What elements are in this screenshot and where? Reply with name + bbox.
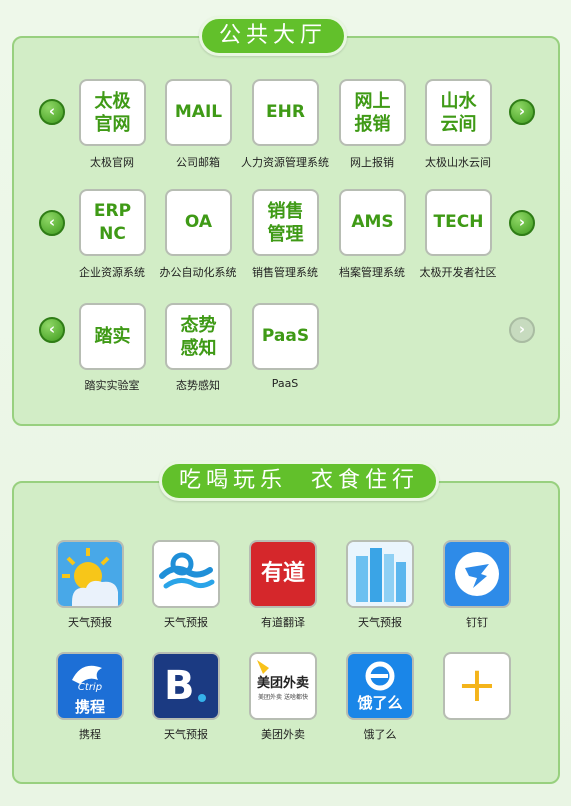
tile-tech[interactable]: TECH bbox=[425, 189, 492, 256]
tile-shanshui-yunjian[interactable]: 山水 云间 bbox=[425, 79, 492, 146]
ctrip-icon-text: 携程 bbox=[74, 698, 105, 716]
label-situation-awareness: 态势感知 bbox=[176, 379, 220, 392]
row1-next-arrow-icon[interactable]: › bbox=[509, 99, 535, 125]
booking-icon-text: B bbox=[164, 663, 195, 709]
label-dev-community: 太极开发者社区 bbox=[419, 266, 497, 279]
buildings-icon[interactable] bbox=[346, 540, 414, 608]
weather-sun-icon[interactable] bbox=[56, 540, 124, 608]
label-youdao: 有道翻译 bbox=[261, 616, 305, 629]
label-dingtalk: 钉钉 bbox=[466, 616, 488, 629]
label-weather-1: 天气预报 bbox=[68, 616, 112, 629]
booking-icon[interactable]: B bbox=[152, 652, 220, 720]
label-shanshui-yunjian: 太极山水云间 bbox=[425, 156, 491, 169]
row3-prev-arrow-icon[interactable]: ‹ bbox=[39, 317, 65, 343]
public-hall-title: 公共大厅 bbox=[199, 16, 347, 56]
tile-paas[interactable]: PaaS bbox=[252, 303, 319, 370]
label-company-mail: 公司邮箱 bbox=[176, 156, 220, 169]
eleme-icon-text: 饿了么 bbox=[357, 694, 403, 712]
row2-prev-arrow-icon[interactable]: ‹ bbox=[39, 210, 65, 236]
label-ctrip: 携程 bbox=[79, 728, 101, 741]
tile-ehr[interactable]: EHR bbox=[252, 79, 319, 146]
tile-online-reimburse[interactable]: 网上 报销 bbox=[339, 79, 406, 146]
meituan-icon[interactable]: 美团外卖 美团外卖 送啥都快 bbox=[249, 652, 317, 720]
label-oa-system: 办公自动化系统 bbox=[159, 266, 237, 279]
plus-icon[interactable]: + bbox=[443, 652, 511, 720]
label-sales-system: 销售管理系统 bbox=[252, 266, 318, 279]
label-hr-system: 人力资源管理系统 bbox=[241, 156, 329, 169]
youdao-icon[interactable]: 有道 bbox=[249, 540, 317, 608]
meituan-icon-text: 美团外卖 bbox=[256, 676, 309, 691]
label-meituan: 美团外卖 bbox=[261, 728, 305, 741]
youdao-icon-text: 有道 bbox=[260, 561, 305, 586]
row3-next-arrow-icon[interactable]: › bbox=[509, 317, 535, 343]
label-weather-2: 天气预报 bbox=[164, 616, 208, 629]
label-online-reimburse: 网上报销 bbox=[350, 156, 394, 169]
tile-ams[interactable]: AMS bbox=[339, 189, 406, 256]
label-paas: PaaS bbox=[271, 377, 299, 390]
ctrip-icon[interactable]: Ctrip 携程 bbox=[56, 652, 124, 720]
tile-tashi[interactable]: 踏实 bbox=[79, 303, 146, 370]
label-erp-system: 企业资源系统 bbox=[79, 266, 145, 279]
tile-mail[interactable]: MAIL bbox=[165, 79, 232, 146]
row2-next-arrow-icon[interactable]: › bbox=[509, 210, 535, 236]
lifestyle-title: 吃喝玩乐 衣食住行 bbox=[159, 461, 439, 501]
row1-prev-arrow-icon[interactable]: ‹ bbox=[39, 99, 65, 125]
meituan-subtext: 美团外卖 送啥都快 bbox=[258, 694, 308, 701]
tile-erp-nc[interactable]: ERP NC bbox=[79, 189, 146, 256]
tile-sales-management[interactable]: 销售 管理 bbox=[252, 189, 319, 256]
label-weather-4: 天气预报 bbox=[164, 728, 208, 741]
tile-situation-awareness[interactable]: 态势 感知 bbox=[165, 303, 232, 370]
booking-dot bbox=[198, 694, 206, 702]
cloud-wave-icon[interactable] bbox=[152, 540, 220, 608]
label-tashi-lab: 踏实实验室 bbox=[84, 379, 140, 392]
plus-icon-text: + bbox=[456, 657, 498, 713]
label-taiji-website: 太极官网 bbox=[90, 156, 134, 169]
ctrip-subtext: Ctrip bbox=[77, 682, 103, 693]
tile-taiji-website[interactable]: 太极 官网 bbox=[79, 79, 146, 146]
label-archive-system: 档案管理系统 bbox=[339, 266, 405, 279]
label-eleme: 饿了么 bbox=[363, 728, 397, 741]
tile-oa[interactable]: OA bbox=[165, 189, 232, 256]
eleme-icon[interactable]: 饿了么 bbox=[346, 652, 414, 720]
dingtalk-icon[interactable] bbox=[443, 540, 511, 608]
label-weather-3: 天气预报 bbox=[358, 616, 402, 629]
